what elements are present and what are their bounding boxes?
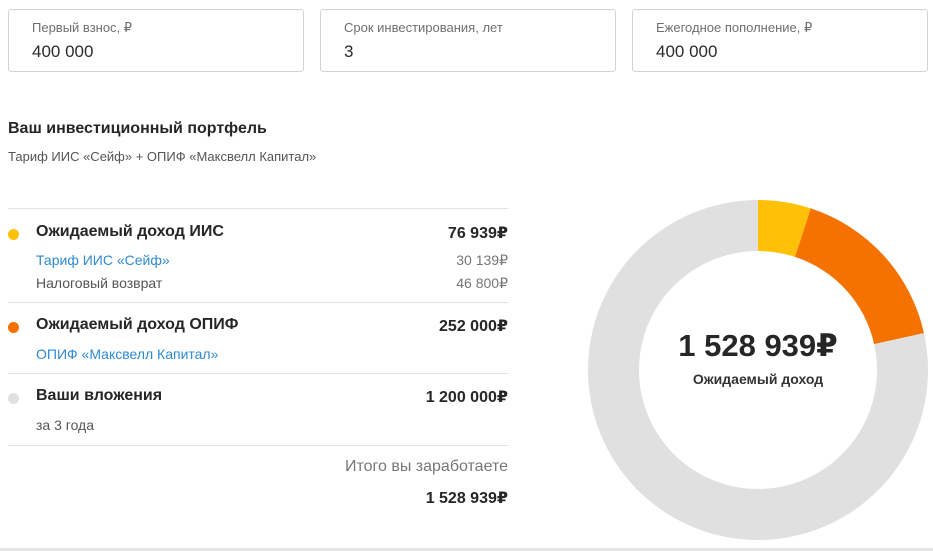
first-payment-label: Первый взнос, ₽ bbox=[32, 20, 133, 35]
income-donut-chart bbox=[588, 200, 928, 540]
opif-income-label: Ожидаемый доход ОПИФ bbox=[36, 316, 239, 333]
portfolio-subtitle: Тариф ИИС «Сейф» + ОПИФ «Максвелл Капита… bbox=[8, 149, 317, 164]
first-payment-field[interactable]: Первый взнос, ₽ bbox=[8, 9, 304, 72]
total-label: Итого вы заработаете bbox=[344, 458, 508, 475]
annual-topup-label: Ежегодное пополнение, ₽ bbox=[656, 20, 813, 35]
iis-tariff-value: 30 139₽ bbox=[456, 252, 508, 268]
opif-fund-link[interactable]: ОПИФ «Максвелл Капитал» bbox=[36, 346, 218, 362]
first-payment-input[interactable] bbox=[32, 42, 232, 62]
iis-income-row: Ожидаемый доход ИИС 76 939₽ Тариф ИИС «С… bbox=[8, 208, 508, 302]
investment-term-label: Срок инвестирования, лет bbox=[344, 20, 503, 35]
donut-center-value: 1 528 939₽ bbox=[678, 328, 838, 363]
investments-label: Ваши вложения bbox=[36, 387, 163, 404]
iis-tariff-link[interactable]: Тариф ИИС «Сейф» bbox=[36, 252, 170, 268]
annual-topup-input[interactable] bbox=[656, 42, 856, 62]
investment-term-field[interactable]: Срок инвестирования, лет bbox=[320, 9, 616, 72]
investments-row: Ваши вложения 1 200 000₽ за 3 года bbox=[8, 373, 508, 445]
iis-income-label: Ожидаемый доход ИИС bbox=[36, 223, 224, 240]
total-value: 1 528 939₽ bbox=[425, 490, 508, 507]
investments-period: за 3 года bbox=[36, 417, 95, 433]
investments-color-dot bbox=[8, 393, 19, 404]
portfolio-title: Ваш инвестиционный портфель bbox=[8, 120, 267, 137]
iis-color-dot bbox=[8, 229, 19, 240]
tax-refund-label: Налоговый возврат bbox=[36, 275, 163, 291]
tax-refund-value: 46 800₽ bbox=[456, 275, 508, 291]
investments-value: 1 200 000₽ bbox=[425, 389, 508, 406]
iis-income-value: 76 939₽ bbox=[447, 225, 508, 242]
opif-color-dot bbox=[8, 322, 19, 333]
donut-center-label: Ожидаемый доход bbox=[692, 371, 824, 387]
opif-income-row: Ожидаемый доход ОПИФ 252 000₽ ОПИФ «Макс… bbox=[8, 302, 508, 373]
income-breakdown: Ожидаемый доход ИИС 76 939₽ Тариф ИИС «С… bbox=[8, 208, 508, 446]
investment-term-input[interactable] bbox=[344, 42, 544, 62]
opif-income-value: 252 000₽ bbox=[439, 318, 508, 335]
divider bbox=[8, 445, 508, 446]
donut-slice-1 bbox=[795, 208, 924, 345]
annual-topup-field[interactable]: Ежегодное пополнение, ₽ bbox=[632, 9, 928, 72]
